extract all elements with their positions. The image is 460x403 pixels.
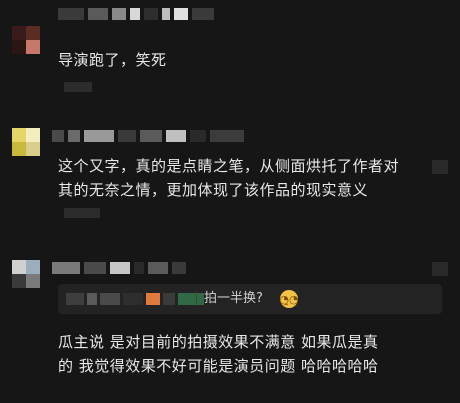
quote-divider xyxy=(196,292,197,306)
username-blurred[interactable] xyxy=(58,8,214,20)
quote-text: 拍一半换? xyxy=(204,291,263,306)
comment-line: 这个又字，真的是点睛之笔，从侧面烘托了作者对 xyxy=(58,157,400,175)
confused-face-icon: ◔̯◔ xyxy=(279,290,299,308)
comment-text: 瓜主说 是对目前的拍摄效果不满意 如果瓜是真 的 我觉得效果不好可能是演员问题 … xyxy=(58,330,379,378)
comment-line: 瓜主说 是对目前的拍摄效果不满意 如果瓜是真 xyxy=(58,333,379,351)
comment-line: 其的无奈之情，更加体现了该作品的现实意义 xyxy=(58,181,369,199)
comment-text: 这个又字，真的是点睛之笔，从侧面烘托了作者对 其的无奈之情，更加体现了该作品的现… xyxy=(58,154,399,202)
avatar[interactable] xyxy=(12,26,40,54)
avatar[interactable] xyxy=(12,128,40,156)
quoted-user-blurred xyxy=(66,293,204,305)
comment-meta-blurred xyxy=(64,82,92,92)
like-icon[interactable] xyxy=(432,262,448,276)
username-blurred[interactable] xyxy=(52,130,244,142)
like-icon[interactable] xyxy=(432,160,448,174)
username-blurred[interactable] xyxy=(52,262,186,274)
comment-line: 导演跑了，笑死 xyxy=(58,51,167,69)
comment-line: 的 我觉得效果不好可能是演员问题 哈哈哈哈哈 xyxy=(58,357,379,375)
comment-meta-blurred xyxy=(64,208,100,218)
avatar[interactable] xyxy=(12,260,40,288)
quoted-reply[interactable]: 拍一半换? ◔̯◔ xyxy=(58,284,442,314)
comment-text: 导演跑了，笑死 xyxy=(58,48,167,72)
